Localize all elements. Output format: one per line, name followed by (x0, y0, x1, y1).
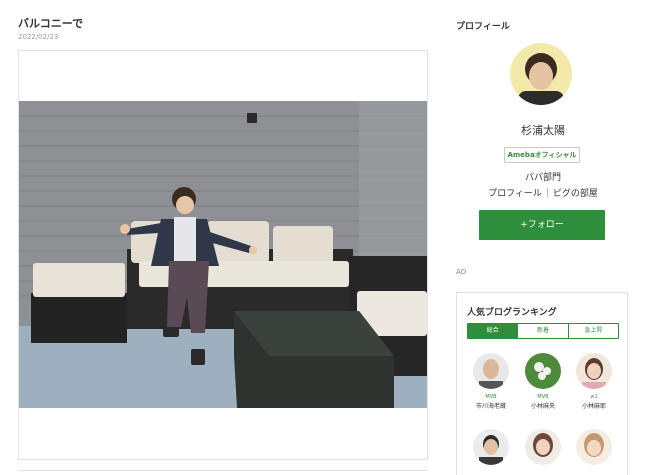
ranking-box: 人気ブログランキング 総合 新着 急上昇 MVB 市川海老蔵 MVB 小林麻央 … (456, 292, 628, 475)
pigg-room-link[interactable]: ピグの部屋 (553, 189, 598, 199)
post-divider (18, 470, 428, 471)
tab-rising[interactable]: 急上昇 (567, 324, 618, 338)
tab-overall[interactable]: 総合 (468, 324, 518, 338)
ranking-meta: MVB (485, 394, 497, 400)
ranking-name: 市川海老蔵 (475, 403, 506, 410)
link-divider (546, 188, 548, 197)
post-title[interactable]: バルコニーで (18, 15, 83, 31)
profile-links: プロフィール ピグの部屋 (448, 186, 638, 199)
post-date: 2022/02/23 (18, 33, 59, 41)
genre-label[interactable]: パパ部門 (448, 170, 638, 183)
ranking-meta: MVB (537, 394, 549, 400)
ranking-item[interactable] (518, 429, 568, 475)
profile-name[interactable]: 杉浦太陽 (448, 122, 638, 138)
post-image-frame (18, 50, 428, 460)
ranking-meta: w1 (590, 394, 598, 400)
ranking-item[interactable]: w1 小林麻耶 (569, 353, 619, 410)
ranking-avatar (525, 353, 561, 389)
ranking-item[interactable] (569, 429, 619, 475)
ranking-meta (518, 470, 568, 475)
follow-button[interactable]: +フォロー (479, 210, 605, 240)
ranking-item[interactable] (466, 429, 516, 475)
profile-heading: プロフィール (456, 22, 510, 32)
ranking-title: 人気ブログランキング (467, 308, 557, 318)
ranking-meta (466, 470, 516, 475)
ad-label: AD (456, 268, 467, 276)
balcony-photo[interactable] (19, 101, 427, 408)
profile-link[interactable]: プロフィール (488, 189, 542, 199)
ranking-avatar (473, 353, 509, 389)
ranking-avatar (473, 429, 509, 465)
profile-avatar[interactable] (510, 43, 572, 105)
ranking-tabs: 総合 新着 急上昇 (467, 323, 619, 339)
ranking-item[interactable]: MVB 市川海老蔵 (466, 353, 516, 410)
ranking-name: 小林麻耶 (581, 403, 606, 410)
official-badge: Amebaオフィシャル (504, 147, 580, 163)
ranking-name: 小林麻央 (530, 403, 555, 410)
ranking-avatar (576, 353, 612, 389)
ranking-avatar (525, 429, 561, 465)
tab-new[interactable]: 新着 (517, 324, 567, 338)
ranking-item[interactable]: MVB 小林麻央 (518, 353, 568, 410)
ranking-meta (569, 470, 619, 475)
ranking-avatar (576, 429, 612, 465)
